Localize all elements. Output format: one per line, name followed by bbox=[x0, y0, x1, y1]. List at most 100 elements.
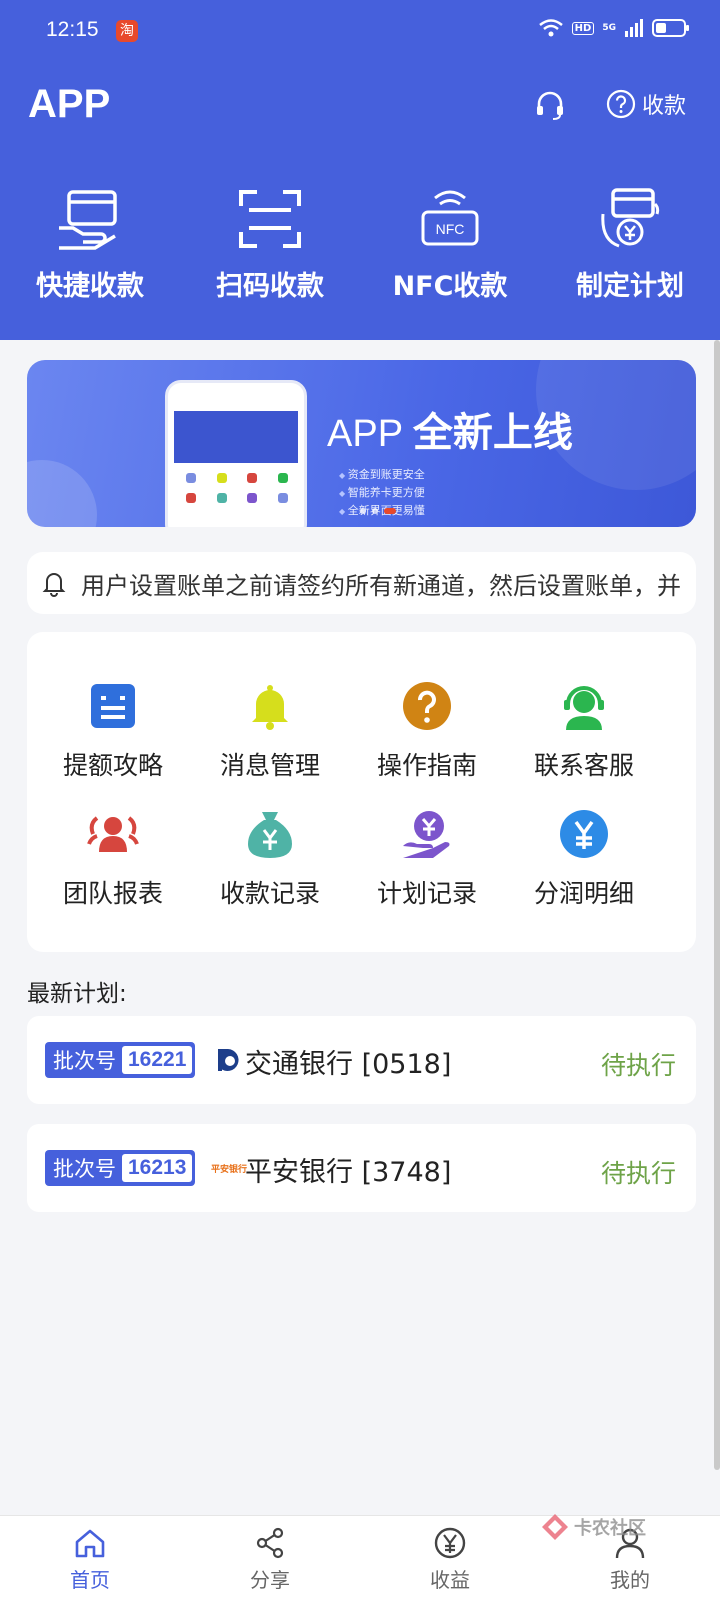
pagination-dot bbox=[372, 508, 378, 514]
bank-name: 交通银行 [0518] bbox=[245, 1049, 452, 1080]
quick-action-nfc-collect[interactable]: NFC NFC收款 bbox=[360, 184, 540, 303]
feature-collect-records[interactable]: 收款记录 bbox=[190, 808, 350, 910]
feature-label: 收款记录 bbox=[219, 879, 320, 908]
tab-label: 我的 bbox=[610, 1568, 650, 1592]
pagination-dot-active bbox=[384, 508, 396, 514]
quick-action-label: 制定计划 bbox=[576, 271, 684, 302]
nfc-icon-text: NFC bbox=[436, 221, 465, 237]
feature-plan-records[interactable]: 计划记录 bbox=[347, 808, 507, 910]
phone-screen bbox=[174, 411, 298, 463]
watermark-text: 卡农社区 bbox=[574, 1518, 646, 1539]
yuan-circle-icon bbox=[560, 810, 608, 858]
feature-profit-detail[interactable]: 分润明细 bbox=[504, 808, 664, 910]
notice-bar[interactable]: 用户设置账单之前请签约所有新通道，然后设置账单，并 bbox=[27, 552, 696, 614]
phone-mockup-image bbox=[165, 380, 307, 527]
scrollbar[interactable] bbox=[714, 340, 720, 1470]
collect-button[interactable]: 收款 bbox=[606, 88, 686, 120]
banner-pagination bbox=[360, 508, 396, 514]
bell-outline-icon bbox=[42, 573, 66, 597]
batch-badge: 批次号 16213 bbox=[45, 1150, 196, 1186]
home-icon bbox=[75, 1529, 105, 1558]
section-title-latest-plans: 最新计划: bbox=[27, 981, 127, 1007]
scan-icon bbox=[239, 190, 301, 248]
feature-raise-limit[interactable]: 提额攻略 bbox=[33, 680, 193, 782]
feature-contact-support[interactable]: 联系客服 bbox=[504, 680, 664, 782]
pingan-logo-icon: 平安银行 bbox=[211, 1152, 247, 1184]
plan-status: 待执行 bbox=[600, 1051, 676, 1080]
status-bar: 12:15 淘 HD 5G bbox=[0, 0, 720, 62]
collect-label: 收款 bbox=[641, 94, 686, 119]
bell-icon bbox=[252, 685, 288, 730]
help-circle-icon bbox=[606, 89, 636, 119]
tab-earnings[interactable]: 收益 bbox=[360, 1516, 540, 1600]
phone-app-grid bbox=[178, 473, 296, 509]
plan-item[interactable]: 批次号 16213 平安银行 平安银行 [3748] 待执行 bbox=[27, 1124, 696, 1212]
batch-number: 16221 bbox=[122, 1046, 193, 1074]
nfc-icon: NFC bbox=[421, 190, 479, 246]
pagination-dot bbox=[360, 508, 366, 514]
banner-headline-bold: 全新上线 bbox=[412, 411, 573, 455]
tab-label: 收益 bbox=[430, 1568, 470, 1592]
tab-share[interactable]: 分享 bbox=[180, 1516, 360, 1600]
feature-grid: 提额攻略 消息管理 操作指南 联系客服 团队报表 收款记录 计划记录 分润明细 bbox=[27, 632, 696, 952]
tab-home[interactable]: 首页 bbox=[0, 1516, 180, 1600]
feature-label: 团队报表 bbox=[62, 879, 163, 908]
app-title: APP bbox=[28, 82, 111, 126]
feature-team-report[interactable]: 团队报表 bbox=[33, 808, 193, 910]
feature-message-manage[interactable]: 消息管理 bbox=[190, 680, 350, 782]
feature-label: 消息管理 bbox=[219, 751, 320, 780]
batch-badge: 批次号 16221 bbox=[45, 1042, 196, 1078]
money-bag-icon bbox=[248, 812, 292, 858]
quick-action-make-plan[interactable]: 制定计划 bbox=[540, 184, 720, 303]
status-time: 12:15 bbox=[46, 18, 99, 41]
headset-icon[interactable] bbox=[533, 88, 567, 122]
tab-label: 首页 bbox=[70, 1568, 110, 1592]
feature-label: 计划记录 bbox=[376, 879, 477, 908]
question-icon bbox=[403, 682, 451, 730]
signal-icon bbox=[625, 19, 643, 37]
status-icons: HD 5G bbox=[538, 18, 690, 38]
hand-coin-icon bbox=[403, 811, 450, 858]
plan-item[interactable]: 批次号 16221 交通银行 [0518] 待执行 bbox=[27, 1016, 696, 1104]
plan-cycle-icon bbox=[601, 188, 660, 248]
quick-action-label: NFC收款 bbox=[392, 271, 508, 302]
yuan-icon bbox=[434, 1527, 466, 1559]
banner-decoration bbox=[27, 460, 97, 527]
quick-action-scan-collect[interactable]: 扫码收款 bbox=[180, 184, 360, 303]
batch-number: 16213 bbox=[122, 1154, 193, 1182]
quick-actions: 快捷收款 扫码收款 NFC NFC收款 制定计划 bbox=[0, 184, 720, 303]
banner-headline: APP 全新上线 bbox=[327, 400, 573, 458]
quick-action-label: 快捷收款 bbox=[36, 271, 144, 302]
document-icon bbox=[91, 684, 135, 728]
feature-operation-guide[interactable]: 操作指南 bbox=[347, 680, 507, 782]
plan-status: 待执行 bbox=[600, 1159, 676, 1188]
quick-action-fast-collect[interactable]: 快捷收款 bbox=[0, 184, 180, 303]
taobao-notification-icon: 淘 bbox=[116, 20, 138, 42]
feature-label: 操作指南 bbox=[376, 751, 477, 780]
quick-action-label: 扫码收款 bbox=[216, 271, 324, 302]
card-hand-icon bbox=[59, 190, 117, 250]
bank-name: 平安银行 [3748] bbox=[245, 1157, 452, 1188]
bocom-logo-icon bbox=[215, 1044, 245, 1076]
tab-label: 分享 bbox=[250, 1568, 290, 1592]
header-area: 12:15 淘 HD 5G APP 收款 快捷收款 扫码收款 NFC NFC收款… bbox=[0, 0, 720, 340]
support-agent-icon bbox=[564, 686, 604, 730]
wifi-icon bbox=[538, 19, 563, 37]
battery-icon bbox=[652, 19, 689, 37]
batch-label: 批次号 bbox=[53, 1049, 116, 1073]
feature-label: 联系客服 bbox=[533, 751, 634, 780]
batch-label: 批次号 bbox=[53, 1157, 116, 1181]
watermark: 卡农社区 bbox=[540, 1512, 646, 1542]
network-label: 5G bbox=[602, 23, 616, 33]
share-icon bbox=[256, 1527, 284, 1559]
promo-banner[interactable]: APP 全新上线 资金到账更安全 智能养卡更方便 全新界面更易懂 bbox=[27, 360, 696, 527]
team-icon bbox=[87, 816, 139, 852]
banner-headline-plain: APP bbox=[327, 413, 403, 455]
notice-text: 用户设置账单之前请签约所有新通道，然后设置账单，并 bbox=[81, 571, 681, 600]
feature-label: 提额攻略 bbox=[62, 751, 163, 780]
hd-icon: HD bbox=[571, 21, 595, 35]
pingan-logo-text: 平安银行 bbox=[211, 1164, 248, 1175]
feature-label: 分润明细 bbox=[533, 879, 634, 908]
banner-bullet: 智能养卡更方便 bbox=[339, 484, 425, 502]
watermark-logo-icon bbox=[542, 1514, 568, 1540]
